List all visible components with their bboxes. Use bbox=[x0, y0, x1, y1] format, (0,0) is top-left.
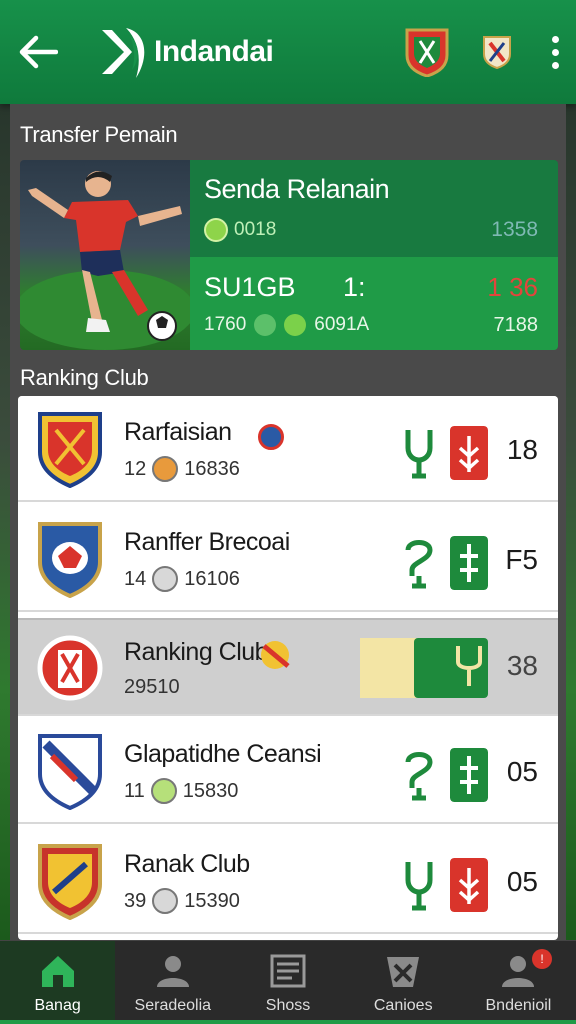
club-name: Glapatidhe Ceansi bbox=[124, 740, 322, 768]
profile-icon bbox=[156, 956, 189, 987]
action-badge-icon[interactable] bbox=[450, 426, 488, 480]
nav-home[interactable]: Banag bbox=[0, 941, 116, 1024]
nav-profile[interactable]: Seradeolia bbox=[115, 941, 230, 1024]
top-app-bar: Indandai bbox=[0, 0, 576, 104]
club-name: Ranak Club bbox=[124, 850, 250, 878]
club-name: Rarfaisian bbox=[124, 418, 232, 446]
club-sub: 14 16106 bbox=[124, 566, 240, 592]
stat-icon bbox=[204, 218, 228, 242]
cup-icon[interactable] bbox=[404, 748, 434, 802]
bottom-navigation: Banag Seradeolia Shoss Canioes ! Bndenio… bbox=[0, 940, 576, 1024]
stats-b2: 6091A bbox=[314, 314, 370, 335]
club-score: 05 bbox=[506, 756, 538, 787]
club-flag-icon bbox=[261, 641, 290, 669]
coin-icon bbox=[152, 566, 179, 592]
transfer-code: SU1GB bbox=[204, 272, 296, 302]
club-points: 16836 bbox=[184, 457, 240, 480]
news-icon bbox=[270, 954, 306, 988]
ranking-row[interactable]: Ranffer Brecoai 14 16106 F5 bbox=[18, 506, 558, 612]
coin-icon bbox=[150, 778, 177, 804]
transfer-info: Senda Relanain 0018 1358 SU1GB 1: 1 36 1… bbox=[190, 160, 558, 350]
ranking-row[interactable]: Rarfaisian 12 16836 18 bbox=[18, 396, 558, 502]
action-badge-icon[interactable] bbox=[450, 748, 488, 802]
stats-b-right: 7188 bbox=[493, 314, 539, 336]
stats-b1: 1760 bbox=[204, 314, 247, 335]
transfer-colon: 1: bbox=[343, 272, 366, 302]
nav-account[interactable]: ! Bndenioil bbox=[461, 941, 576, 1024]
club-crest-icon bbox=[37, 635, 103, 701]
stats-icon-2 bbox=[284, 314, 307, 336]
club-rank: 11 bbox=[124, 779, 145, 802]
bottom-accent-strip bbox=[0, 1020, 576, 1024]
ranking-list: Rarfaisian 12 16836 18 Ranffer Brecoai 1… bbox=[18, 396, 558, 940]
back-button[interactable] bbox=[16, 30, 60, 74]
player-name: Senda Relanain bbox=[204, 174, 390, 204]
app-logo-icon bbox=[102, 28, 145, 78]
nav-account-label: Bndenioil bbox=[485, 997, 552, 1014]
stats-icon bbox=[254, 314, 277, 336]
nav-news-label: Shoss bbox=[265, 997, 311, 1014]
club-points: 15830 bbox=[182, 779, 239, 802]
club-name: Ranking Club bbox=[124, 638, 269, 666]
club-score: 18 bbox=[506, 434, 538, 465]
ball-icon bbox=[387, 957, 420, 987]
nav-news[interactable]: Shoss bbox=[230, 941, 345, 1024]
coin-icon bbox=[152, 456, 179, 482]
club-points: 16106 bbox=[184, 567, 240, 590]
transfer-stats-b: 1760 6091A bbox=[204, 314, 369, 336]
club-sub: 12 16836 bbox=[124, 456, 240, 482]
ranking-row-selected[interactable]: Ranking Club 29510 38 bbox=[18, 618, 558, 716]
club-points: 29510 bbox=[124, 676, 180, 698]
nav-matches-label: Canioes bbox=[373, 997, 433, 1014]
cup-icon[interactable] bbox=[404, 426, 434, 480]
league-badge-icon[interactable] bbox=[482, 35, 512, 69]
ranking-section-title: Ranking Club bbox=[20, 365, 149, 390]
club-sub: 29510 bbox=[124, 676, 180, 699]
notification-badge: ! bbox=[532, 949, 553, 969]
club-sub: 39 15390 bbox=[124, 888, 240, 914]
transfer-card[interactable]: Senda Relanain 0018 1358 SU1GB 1: 1 36 1… bbox=[20, 160, 558, 350]
nav-home-label: Banag bbox=[34, 997, 81, 1014]
transfer-section-title: Transfer Pemain bbox=[20, 122, 178, 147]
transfer-stat-a: 0018 bbox=[204, 218, 276, 242]
stat-a-right: 1358 bbox=[491, 218, 538, 241]
club-crest-icon bbox=[38, 734, 102, 810]
app-title: Indandai bbox=[154, 35, 274, 68]
back-arrow-icon bbox=[19, 35, 58, 69]
ranking-row[interactable]: Glapatidhe Ceansi 11 15830 05 bbox=[18, 718, 558, 824]
club-crest-icon bbox=[38, 844, 102, 920]
club-crest-icon[interactable] bbox=[404, 27, 450, 77]
club-sub: 11 15830 bbox=[124, 778, 238, 804]
club-crest-icon bbox=[38, 412, 102, 488]
nav-profile-label: Seradeolia bbox=[134, 997, 212, 1014]
action-badge-icon[interactable] bbox=[450, 858, 488, 912]
club-crest-icon bbox=[38, 522, 102, 598]
cup-icon[interactable] bbox=[450, 640, 488, 694]
nav-matches[interactable]: Canioes bbox=[346, 941, 461, 1024]
home-icon bbox=[41, 956, 74, 987]
club-name: Ranffer Brecoai bbox=[124, 528, 290, 556]
action-badge-icon[interactable] bbox=[450, 536, 488, 590]
club-score: 05 bbox=[506, 866, 538, 897]
promo-tile bbox=[360, 638, 418, 698]
more-options-icon[interactable] bbox=[550, 35, 560, 69]
club-rank: 39 bbox=[124, 889, 147, 912]
club-points: 15390 bbox=[184, 889, 240, 912]
club-rank: 12 bbox=[124, 457, 147, 480]
ranking-row[interactable]: Ranak Club 39 15390 05 bbox=[18, 828, 558, 934]
club-score: F5 bbox=[505, 544, 538, 575]
player-figure-icon bbox=[20, 171, 195, 350]
cup-icon[interactable] bbox=[404, 858, 434, 912]
club-score: 38 bbox=[506, 650, 538, 681]
cup-icon[interactable] bbox=[404, 536, 434, 590]
coin-icon bbox=[152, 888, 179, 914]
club-flag-icon bbox=[258, 424, 284, 450]
transfer-red-value: 1 36 bbox=[487, 272, 538, 302]
club-rank: 14 bbox=[124, 567, 147, 590]
stat-a-value: 0018 bbox=[234, 219, 277, 240]
player-photo bbox=[20, 160, 195, 350]
